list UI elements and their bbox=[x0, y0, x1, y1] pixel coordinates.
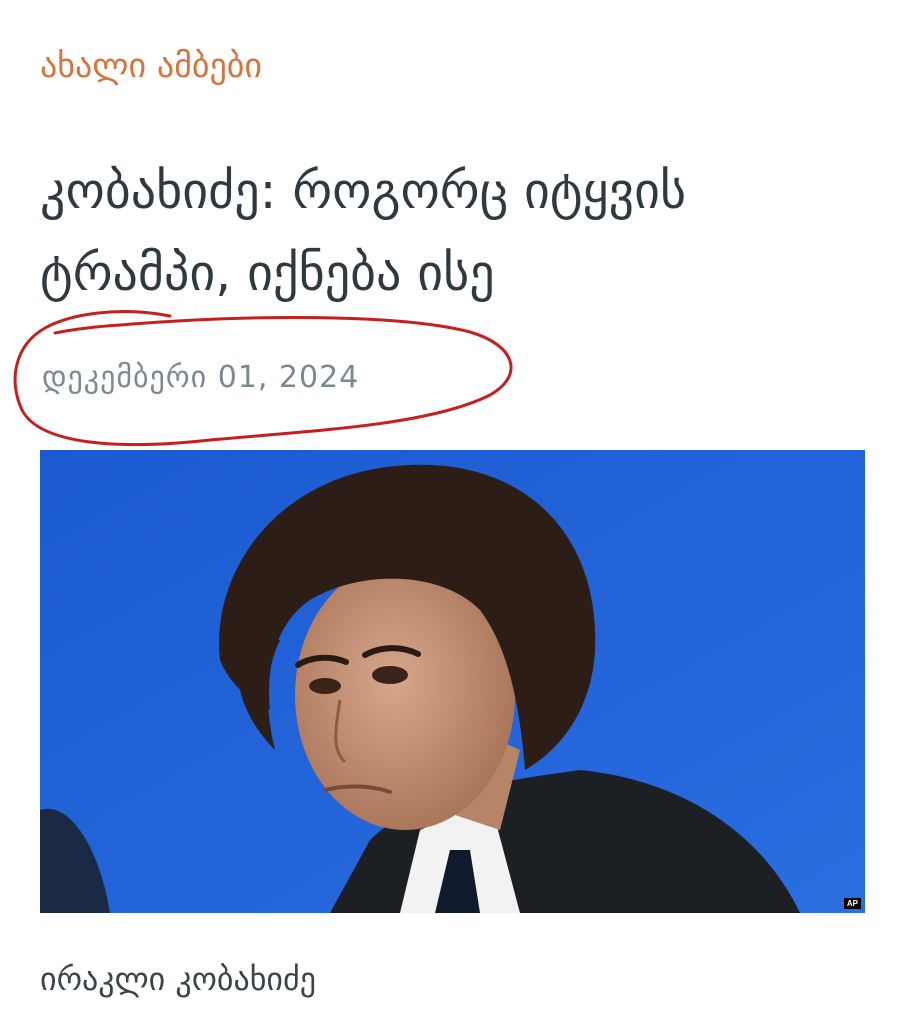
article-photo[interactable]: AP bbox=[40, 450, 865, 913]
photo-caption: ირაკლი კობახიძე bbox=[40, 960, 316, 998]
category-label[interactable]: ახალი ამბები bbox=[40, 46, 262, 87]
article-date: დეკემბერი 01, 2024 bbox=[42, 360, 360, 395]
portrait-image bbox=[40, 450, 865, 913]
photo-credit: AP bbox=[843, 898, 861, 909]
article-headline[interactable]: კობახიძე: როგორც იტყვის ტრამპი, იქნება ი… bbox=[40, 150, 860, 314]
